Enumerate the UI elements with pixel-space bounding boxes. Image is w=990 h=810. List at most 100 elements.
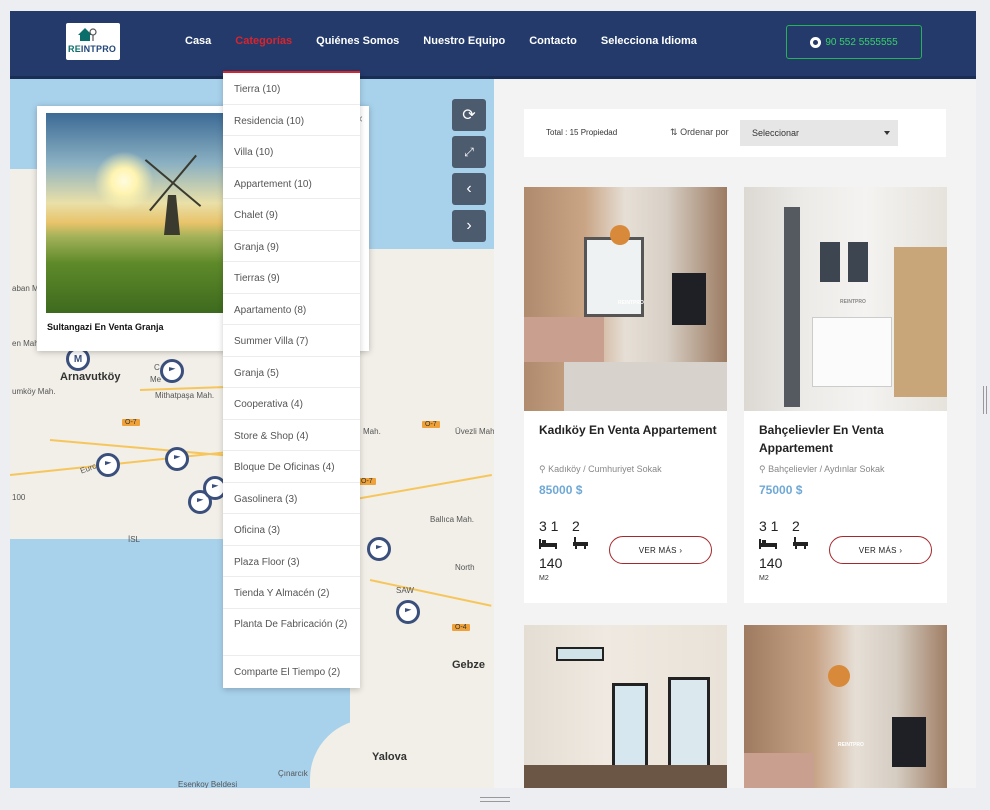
bathtub-icon [573, 537, 588, 549]
category-item[interactable]: Comparte El Tiempo (2) [223, 656, 360, 688]
property-photo[interactable]: REINTPRO [524, 187, 727, 411]
browser-viewport: REINTPRO Casa Categorías Quiénes Somos N… [10, 11, 976, 788]
nav-categorias[interactable]: Categorías [235, 35, 292, 47]
category-item[interactable]: Granja (5) [223, 357, 360, 388]
category-item[interactable]: Chalet (9) [223, 199, 360, 231]
category-item[interactable]: Apartamento (8) [223, 294, 360, 325]
category-item[interactable]: Cooperativa (4) [223, 388, 360, 420]
category-item[interactable]: Store & Shop (4) [223, 420, 360, 451]
map-land-asia [350, 319, 494, 739]
map-marker[interactable] [396, 600, 420, 624]
map-label: C [154, 363, 160, 372]
sort-icon: ⇅ [670, 127, 678, 137]
whatsapp-phone-button[interactable]: 90 552 5555555 [786, 25, 922, 59]
phone-number: 90 552 5555555 [825, 36, 898, 48]
map-label-arnavutkoy: Arnavutköy [60, 371, 121, 383]
photo-watermark: REINTPRO [838, 742, 864, 748]
photo-art [848, 242, 868, 282]
map-marker[interactable] [367, 537, 391, 561]
fullscreen-icon: ⤢ [464, 144, 474, 159]
site-logo[interactable]: REINTPRO [66, 23, 120, 60]
property-title[interactable]: Kadıköy En Venta Appartement [539, 421, 719, 439]
photo-bed [812, 317, 892, 387]
map-label: Mah. [363, 427, 381, 436]
map-label: Çınarcık [278, 769, 308, 778]
map-refresh-button[interactable]: ⟳ [452, 99, 486, 131]
photo-watermark: REINTPRO [840, 299, 866, 305]
category-item[interactable]: Tierra (10) [223, 73, 360, 105]
category-item[interactable]: Oficina (3) [223, 514, 360, 546]
map-marker[interactable] [165, 447, 189, 471]
map-label: Esenkoy Beldesi [178, 780, 238, 788]
category-item[interactable]: Summer Villa (7) [223, 325, 360, 357]
sort-label: ⇅ Ordenar por [670, 127, 729, 137]
property-price: 75000 $ [759, 483, 803, 497]
photo-tv [892, 717, 926, 767]
map-label-yalova: Yalova [372, 751, 407, 763]
location-pin-icon: ⚲ [539, 464, 546, 474]
nav-quienes-somos[interactable]: Quiénes Somos [316, 35, 399, 47]
category-item[interactable]: Planta De Fabricación (2) [223, 609, 360, 656]
map-fullscreen-button[interactable]: ⤢ [452, 136, 486, 168]
category-item[interactable]: Appartement (10) [223, 168, 360, 199]
property-area: 140 [759, 555, 783, 571]
bed-icon [539, 539, 557, 549]
bedroom-count: 3 1 [759, 518, 779, 534]
popup-title[interactable]: Sultangazi En Venta Granja [47, 322, 164, 332]
categories-dropdown: Tierra (10) Residencia (10) Villa (10) A… [223, 71, 360, 688]
category-item[interactable]: Tienda Y Almacén (2) [223, 577, 360, 609]
nav-nuestro-equipo[interactable]: Nuestro Equipo [423, 35, 505, 47]
property-card[interactable] [524, 625, 727, 788]
listing-toolbar: Total : 15 Propiedad ⇅ Ordenar por Selec… [524, 109, 946, 157]
category-item[interactable]: Granja (9) [223, 231, 360, 262]
photo-sofa [524, 317, 604, 362]
property-area: 140 [539, 555, 563, 571]
map-marker[interactable] [96, 453, 120, 477]
property-card[interactable]: REINTPRO [744, 625, 947, 788]
bathtub-icon [793, 537, 808, 549]
property-photo[interactable]: REINTPRO [744, 187, 947, 411]
map-label: Üvezli Mah. [455, 427, 494, 436]
map-label: Mithatpaşa Mah. [155, 391, 215, 400]
photo-windmill [164, 195, 180, 235]
main-nav: Casa Categorías Quiénes Somos Nuestro Eq… [185, 35, 721, 47]
resize-handle-right[interactable] [983, 386, 987, 414]
map-label: Me [150, 375, 162, 384]
photo-rug [564, 362, 727, 411]
photo-tv [672, 273, 706, 325]
site-header: REINTPRO Casa Categorías Quiénes Somos N… [10, 11, 976, 79]
property-address: ⚲ Bahçelievler / Aydınlar Sokak [759, 464, 885, 474]
location-pin-icon: ⚲ [759, 464, 766, 474]
property-card[interactable]: REINTPRO Kadıköy En Venta Appartement ⚲ … [524, 187, 727, 603]
category-item[interactable]: Gasolinera (3) [223, 483, 360, 514]
property-photo[interactable]: REINTPRO [744, 625, 947, 788]
category-item[interactable]: Tierras (9) [223, 262, 360, 294]
property-photo[interactable] [524, 625, 727, 788]
ver-mas-button[interactable]: VER MÁS › [609, 536, 712, 564]
map-marker[interactable] [160, 359, 184, 383]
photo-sofa [744, 753, 814, 788]
caret-down-icon [884, 131, 890, 135]
category-item[interactable]: Residencia (10) [223, 105, 360, 136]
nav-contacto[interactable]: Contacto [529, 35, 577, 47]
chevron-right-icon: › [466, 217, 472, 234]
category-item[interactable]: Bloque De Oficinas (4) [223, 451, 360, 483]
map-label: SAW [396, 586, 414, 595]
photo-windmill-blade [172, 154, 197, 184]
resize-handle-bottom[interactable] [480, 797, 510, 802]
category-item[interactable]: Plaza Floor (3) [223, 546, 360, 577]
category-item[interactable]: Villa (10) [223, 136, 360, 168]
sort-select[interactable]: Seleccionar [740, 120, 898, 146]
map-prev-button[interactable]: ‹ [452, 173, 486, 205]
listing-panel: Total : 15 Propiedad ⇅ Ordenar por Selec… [494, 79, 976, 788]
map-next-button[interactable]: › [452, 210, 486, 242]
area-unit: M2 [759, 575, 769, 582]
refresh-icon: ⟳ [462, 107, 476, 124]
ver-mas-button[interactable]: VER MÁS › [829, 536, 932, 564]
road-sign: O-4 [452, 624, 470, 631]
property-title[interactable]: Bahçelievler En Venta Appartement [759, 421, 939, 457]
nav-selecciona-idioma[interactable]: Selecciona Idioma [601, 35, 697, 47]
property-card[interactable]: REINTPRO Bahçelievler En Venta Apparteme… [744, 187, 947, 603]
bed-icon [759, 539, 777, 549]
nav-casa[interactable]: Casa [185, 35, 211, 47]
